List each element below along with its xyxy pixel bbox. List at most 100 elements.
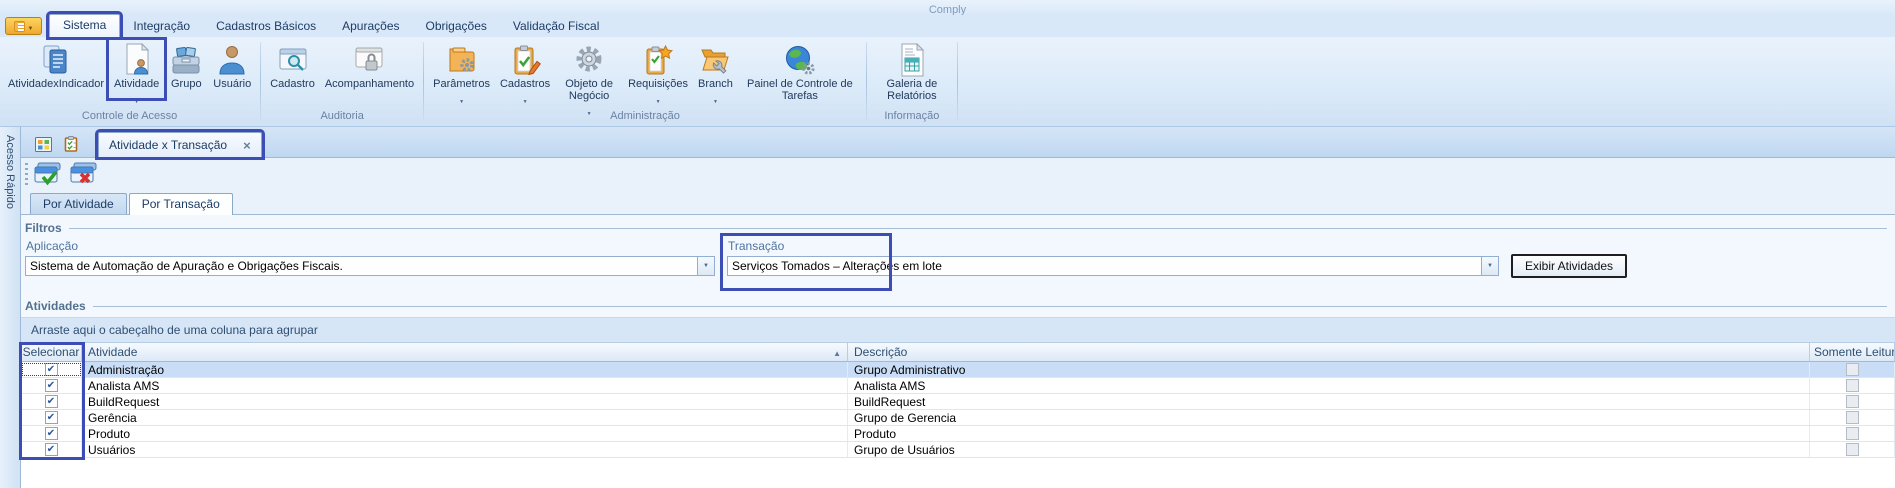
ribbon-tab-integracao[interactable]: Integração bbox=[120, 16, 203, 37]
group-by-bar[interactable]: Arraste aqui o cabeçalho de uma coluna p… bbox=[21, 317, 1895, 343]
somente-leitura-checkbox[interactable] bbox=[1846, 395, 1859, 408]
acompanhamento-button[interactable]: Acompanhamento bbox=[320, 40, 419, 91]
atividadexindicador-button[interactable]: AtividadexIndicador bbox=[3, 40, 109, 91]
somente-leitura-checkbox[interactable] bbox=[1846, 427, 1859, 440]
table-row[interactable]: BuildRequest BuildRequest bbox=[21, 394, 1895, 410]
galeria-de-relatorios-button[interactable]: Galeria de Relatórios bbox=[871, 40, 953, 103]
group-label-informacao: Informação bbox=[868, 110, 956, 126]
card-file-icon bbox=[169, 41, 203, 78]
page-person-icon bbox=[120, 41, 154, 78]
transacao-combobox[interactable]: Serviços Tomados – Alterações em lote bbox=[727, 256, 1499, 276]
somente-leitura-checkbox[interactable] bbox=[1846, 411, 1859, 424]
somente-leitura-cell bbox=[1810, 442, 1895, 457]
cadastro-button[interactable]: Cadastro bbox=[265, 40, 320, 91]
selecionar-checkbox[interactable] bbox=[45, 411, 58, 424]
view-tab-bar: Por Atividade Por Transação bbox=[21, 191, 1895, 214]
table-row[interactable]: Produto Produto bbox=[21, 426, 1895, 442]
ribbon-group-administracao: Parâmetros Cadastros Objeto de Negócio bbox=[425, 37, 865, 126]
branch-button[interactable]: Branch bbox=[693, 40, 738, 98]
atividades-caption: Atividades bbox=[25, 299, 86, 313]
dropdown-arrow-icon[interactable] bbox=[697, 257, 714, 275]
grid-view-icon[interactable] bbox=[35, 137, 52, 152]
chevron-down-icon bbox=[134, 90, 139, 97]
atividade-cell: Administração bbox=[82, 362, 848, 377]
application-window: Comply Sistema Integração Cadastros Bási… bbox=[0, 0, 1895, 488]
ribbon-tab-sistema[interactable]: Sistema bbox=[49, 14, 120, 37]
globe-gear-icon bbox=[783, 41, 817, 78]
group-label-controle-de-acesso: Controle de Acesso bbox=[0, 110, 259, 126]
ribbon-tab-apuracoes[interactable]: Apurações bbox=[329, 16, 412, 37]
selecionar-checkbox[interactable] bbox=[45, 427, 58, 440]
ribbon-tab-obrigacoes[interactable]: Obrigações bbox=[413, 16, 500, 37]
parametros-button[interactable]: Parâmetros bbox=[428, 40, 495, 98]
chevron-down-icon bbox=[28, 17, 34, 35]
atividade-button[interactable]: Atividade bbox=[109, 40, 164, 98]
folder-wrench-icon bbox=[698, 41, 732, 78]
quick-access-panel-tab[interactable]: Acesso Rápido bbox=[0, 127, 21, 488]
sort-ascending-icon bbox=[833, 345, 841, 359]
cancel-button[interactable] bbox=[69, 161, 100, 189]
selecionar-checkbox[interactable] bbox=[45, 443, 58, 456]
ribbon-tab-cadastros-basicos[interactable]: Cadastros Básicos bbox=[203, 16, 329, 37]
somente-leitura-checkbox[interactable] bbox=[1846, 379, 1859, 392]
table-row[interactable]: Usuários Grupo de Usuários bbox=[21, 442, 1895, 458]
ribbon-tab-validacao-fiscal[interactable]: Validação Fiscal bbox=[500, 16, 612, 37]
atividade-cell: Analista AMS bbox=[82, 378, 848, 393]
table-row[interactable]: Analista AMS Analista AMS bbox=[21, 378, 1895, 394]
grupo-button[interactable]: Grupo bbox=[164, 40, 208, 91]
usuario-button[interactable]: Usuário bbox=[208, 40, 256, 91]
pages-icon bbox=[39, 41, 73, 78]
somente-leitura-cell bbox=[1810, 378, 1895, 393]
selecionar-checkbox[interactable] bbox=[45, 395, 58, 408]
group-label-auditoria: Auditoria bbox=[262, 110, 422, 126]
window-search-icon bbox=[276, 41, 310, 78]
descricao-cell: BuildRequest bbox=[848, 394, 1810, 409]
ribbon-group-auditoria: Cadastro Acompanhamento Auditoria bbox=[262, 37, 422, 126]
toolbar-grip[interactable] bbox=[25, 163, 28, 187]
objeto-de-negocio-button[interactable]: Objeto de Negócio bbox=[555, 40, 623, 110]
person-icon bbox=[215, 41, 249, 78]
close-icon[interactable] bbox=[243, 138, 251, 153]
column-header-somente-leitura[interactable]: Somente Leitura bbox=[1810, 343, 1895, 361]
selecionar-cell bbox=[21, 426, 82, 441]
activities-grid: Selecionar Atividade Descrição Somente L… bbox=[21, 343, 1895, 488]
transacao-label: Transação bbox=[728, 239, 1499, 253]
column-header-atividade[interactable]: Atividade bbox=[82, 343, 848, 361]
document-tab-bar: Atividade x Transação bbox=[21, 127, 1895, 158]
cadastros-button[interactable]: Cadastros bbox=[495, 40, 555, 98]
grid-header-row: Selecionar Atividade Descrição Somente L… bbox=[21, 343, 1895, 362]
somente-leitura-cell bbox=[1810, 394, 1895, 409]
chevron-down-icon bbox=[656, 90, 661, 97]
table-row[interactable]: Administração Grupo Administrativo bbox=[21, 362, 1895, 378]
somente-leitura-cell bbox=[1810, 362, 1895, 377]
clipboard-tasks-icon[interactable] bbox=[64, 136, 78, 152]
column-header-selecionar[interactable]: Selecionar bbox=[21, 343, 82, 361]
dropdown-arrow-icon[interactable] bbox=[1481, 257, 1498, 275]
tab-por-atividade[interactable]: Por Atividade bbox=[30, 193, 127, 214]
atividade-cell: BuildRequest bbox=[82, 394, 848, 409]
requisicoes-button[interactable]: Requisições bbox=[623, 40, 693, 98]
descricao-cell: Produto bbox=[848, 426, 1810, 441]
table-row[interactable]: Gerência Grupo de Gerencia bbox=[21, 410, 1895, 426]
ribbon-empty-area bbox=[959, 37, 1895, 126]
selecionar-checkbox[interactable] bbox=[45, 363, 58, 376]
aplicacao-combobox[interactable]: Sistema de Automação de Apuração e Obrig… bbox=[25, 256, 715, 276]
somente-leitura-checkbox[interactable] bbox=[1846, 443, 1859, 456]
exibir-atividades-button[interactable]: Exibir Atividades bbox=[1511, 254, 1627, 278]
confirm-button[interactable] bbox=[33, 161, 64, 189]
title-bar: Comply bbox=[0, 0, 1895, 15]
somente-leitura-checkbox[interactable] bbox=[1846, 363, 1859, 376]
column-header-descricao[interactable]: Descrição bbox=[848, 343, 1810, 361]
atividade-cell: Usuários bbox=[82, 442, 848, 457]
aplicacao-value: Sistema de Automação de Apuração e Obrig… bbox=[26, 257, 697, 275]
descricao-cell: Grupo de Gerencia bbox=[848, 410, 1810, 425]
selecionar-cell bbox=[21, 378, 82, 393]
clipboard-check-icon bbox=[508, 41, 542, 78]
painel-de-controle-de-tarefas-button[interactable]: Painel de Controle de Tarefas bbox=[738, 40, 862, 103]
document-tab-atividade-x-transacao[interactable]: Atividade x Transação bbox=[98, 132, 262, 157]
application-menu-icon bbox=[14, 21, 25, 32]
tab-por-transacao[interactable]: Por Transação bbox=[129, 193, 233, 215]
application-menu-button[interactable] bbox=[5, 17, 42, 35]
selecionar-checkbox[interactable] bbox=[45, 379, 58, 392]
filtros-caption: Filtros bbox=[25, 221, 62, 235]
